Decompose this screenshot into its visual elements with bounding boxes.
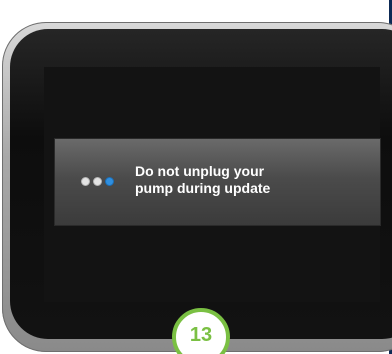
progress-dot-1: [81, 177, 90, 186]
message-line-1: Do not unplug your: [135, 163, 265, 179]
step-number: 13: [189, 324, 213, 346]
progress-dot-3-active: [105, 177, 114, 186]
progress-dot-2: [93, 177, 102, 186]
message-line-2: pump during update: [135, 180, 271, 196]
device-illustration: Do not unplug your pump during update 13: [0, 0, 392, 354]
update-message-dialog: Do not unplug your pump during update: [55, 139, 380, 225]
progress-dots: [81, 177, 114, 186]
update-message: Do not unplug your pump during update: [135, 163, 365, 197]
